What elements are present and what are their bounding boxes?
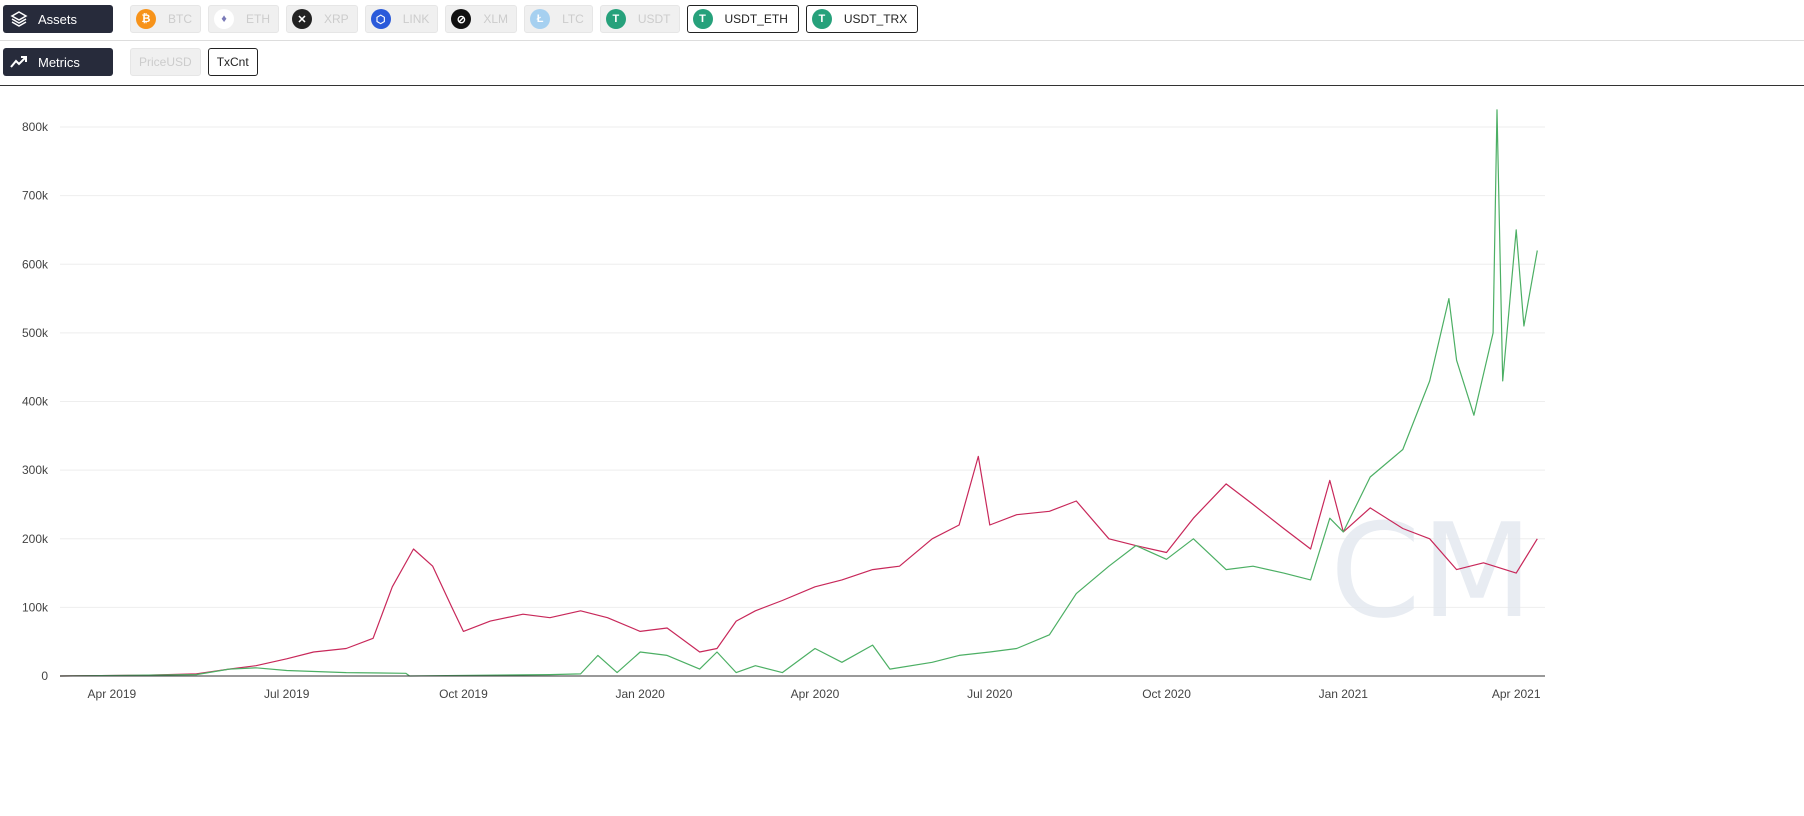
ltc-coin-icon: Ł — [530, 9, 551, 29]
y-tick-label: 600k — [22, 257, 49, 271]
asset-button-eth[interactable]: ♦ ETH — [208, 5, 279, 33]
metrics-row: Metrics PriceUSD TxCnt — [3, 48, 258, 76]
series-line-usdt-eth — [59, 455, 1538, 677]
y-tick-label: 200k — [22, 532, 49, 546]
x-tick-label: Oct 2020 — [1142, 687, 1191, 701]
asset-label: XRP — [324, 12, 349, 26]
divider — [0, 40, 1804, 41]
asset-button-usdt-eth[interactable]: T USDT_ETH — [686, 5, 799, 33]
y-tick-label: 800k — [22, 120, 49, 134]
asset-label: LTC — [562, 12, 584, 26]
metric-txcnt-button[interactable]: TxCnt — [207, 48, 258, 76]
layers-icon — [10, 11, 28, 27]
series-line-usdt-trx — [59, 109, 1538, 677]
asset-label: ETH — [246, 12, 270, 26]
xrp-coin-icon: ✕ — [292, 9, 312, 29]
metrics-header-button[interactable]: Metrics — [3, 48, 113, 76]
asset-button-ltc[interactable]: Ł LTC — [524, 5, 593, 33]
y-tick-label: 700k — [22, 189, 49, 203]
x-tick-label: Jan 2021 — [1319, 687, 1369, 701]
asset-label: USDT_TRX — [843, 12, 908, 26]
x-tick-label: Jul 2019 — [264, 687, 310, 701]
assets-label: Assets — [38, 11, 78, 27]
link-coin-icon: ⬡ — [370, 9, 391, 29]
asset-button-btc[interactable]: ₿ BTC — [130, 5, 201, 33]
y-tick-label: 500k — [22, 326, 49, 340]
usdt-trx-coin-icon: T — [811, 9, 832, 29]
asset-label: BTC — [168, 12, 192, 26]
metric-label: PriceUSD — [139, 55, 192, 69]
asset-label: USDT — [637, 12, 671, 26]
metric-priceusd-button[interactable]: PriceUSD — [130, 48, 201, 76]
usdt-coin-icon: T — [605, 9, 626, 29]
asset-button-link[interactable]: ⬡ LINK — [364, 5, 439, 33]
y-tick-label: 400k — [22, 395, 49, 409]
x-tick-label: Apr 2019 — [88, 687, 137, 701]
asset-label: XLM — [483, 12, 509, 26]
y-tick-label: 300k — [22, 463, 49, 477]
asset-label: LINK — [402, 12, 430, 26]
x-tick-label: Apr 2021 — [1492, 687, 1541, 701]
asset-button-xlm[interactable]: ⊘ XLM — [445, 5, 518, 33]
y-tick-label: 100k — [22, 600, 49, 614]
y-tick-label: 0 — [41, 669, 48, 683]
eth-coin-icon: ♦ — [214, 9, 234, 29]
metrics-label: Metrics — [38, 54, 80, 70]
x-tick-label: Jul 2020 — [967, 687, 1013, 701]
assets-header-button[interactable]: Assets — [3, 5, 113, 33]
asset-button-xrp[interactable]: ✕ XRP — [286, 5, 358, 33]
x-tick-label: Jan 2020 — [615, 687, 665, 701]
x-tick-label: Oct 2019 — [439, 687, 488, 701]
metric-label: TxCnt — [216, 55, 249, 69]
trending-up-icon — [10, 56, 27, 68]
asset-button-usdt-trx[interactable]: T USDT_TRX — [805, 5, 919, 33]
usdt-eth-coin-icon: T — [692, 9, 713, 29]
btc-coin-icon: ₿ — [136, 9, 156, 29]
asset-label: USDT_ETH — [724, 12, 788, 26]
x-tick-label: Apr 2020 — [791, 687, 840, 701]
watermark-logo: CM — [1330, 495, 1533, 647]
assets-row: Assets ₿ BTC ♦ ETH ✕ XRP ⬡ LINK ⊘ XLM Ł LTC T USDT T US… — [3, 5, 919, 33]
asset-button-usdt[interactable]: T USDT — [599, 5, 680, 33]
asset-buttons: ₿ BTC ♦ ETH ✕ XRP ⬡ LINK ⊘ XLM Ł LTC T USDT T USDT_ETH T… — [130, 5, 919, 33]
xlm-coin-icon: ⊘ — [451, 9, 472, 29]
txcnt-chart[interactable]: CM 0 100k 200k 300k 400k 500k 600k 700k 800k Apr … — [0, 86, 1804, 816]
